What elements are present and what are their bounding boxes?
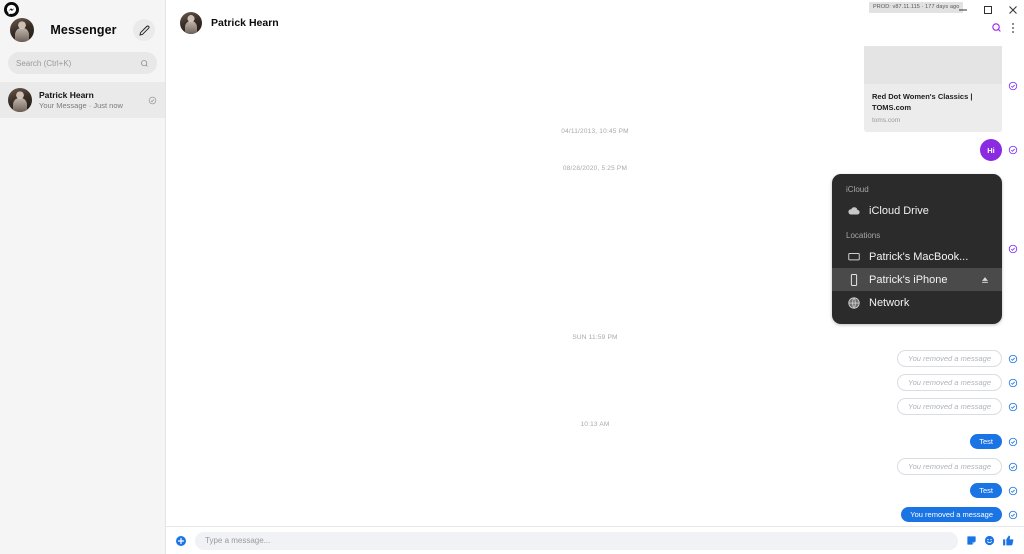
search-icon[interactable] bbox=[991, 22, 1002, 33]
link-preview-title: Red Dot Women's Classics | TOMS.com bbox=[872, 92, 973, 112]
thread-timestamp: 04/11/2013, 10:45 PM bbox=[561, 128, 629, 135]
message-bubble-removed[interactable]: You removed a message bbox=[897, 398, 1002, 415]
message-thread: Red Dot Women's Classics | TOMS.com toms… bbox=[166, 46, 1024, 526]
check-circle-icon bbox=[1008, 510, 1018, 520]
finder-item-iphone[interactable]: Patrick's iPhone bbox=[832, 268, 1002, 291]
check-circle-icon bbox=[1008, 378, 1018, 388]
search-input[interactable]: Search (Ctrl+K) bbox=[8, 52, 157, 74]
check-circle-icon bbox=[1008, 437, 1018, 447]
check-circle-icon bbox=[1008, 402, 1018, 412]
conversation-item-patrick-hearn[interactable]: Patrick Hearn Your Message · Just now bbox=[0, 82, 165, 118]
message-bubble-sent[interactable]: Test bbox=[970, 483, 1002, 498]
message-row: You removed a message bbox=[897, 398, 1018, 415]
laptop-icon bbox=[846, 250, 861, 264]
finder-section-icloud: iCloud bbox=[846, 185, 869, 194]
finder-item-label: Patrick's MacBook... bbox=[869, 250, 969, 263]
message-row: You removed a message bbox=[897, 350, 1018, 367]
check-circle-icon bbox=[1008, 244, 1018, 254]
message-row: You removed a message bbox=[897, 458, 1018, 475]
finder-item-label: Network bbox=[869, 296, 910, 309]
kebab-menu-icon[interactable] bbox=[1012, 22, 1014, 33]
new-message-button[interactable] bbox=[133, 19, 155, 41]
conversation-avatar bbox=[8, 88, 32, 112]
finder-item-label: Patrick's iPhone bbox=[869, 273, 948, 286]
chat-panel: Patrick Hearn Red Dot Women's Classics |… bbox=[166, 0, 1024, 554]
message-bubble-sent[interactable]: Test bbox=[970, 434, 1002, 449]
chat-contact-name: Patrick Hearn bbox=[211, 17, 279, 29]
user-avatar[interactable] bbox=[10, 18, 34, 42]
messenger-logo-icon bbox=[4, 2, 19, 17]
cloud-icon bbox=[846, 204, 861, 218]
message-input-placeholder: Type a message... bbox=[205, 536, 271, 545]
search-placeholder: Search (Ctrl+K) bbox=[16, 58, 72, 68]
message-bubble-hi[interactable]: Hi bbox=[980, 139, 1002, 161]
message-row: Test bbox=[970, 483, 1018, 498]
link-preview-card[interactable]: Red Dot Women's Classics | TOMS.com toms… bbox=[864, 46, 1002, 132]
finder-item-icloud-drive[interactable]: iCloud Drive bbox=[832, 199, 1002, 222]
finder-item-macbook[interactable]: Patrick's MacBook... bbox=[832, 245, 1002, 268]
composer-actions bbox=[966, 534, 1015, 547]
conversation-name: Patrick Hearn bbox=[39, 89, 94, 100]
message-bubble-removed[interactable]: You removed a message bbox=[897, 374, 1002, 391]
message-bubble-removed[interactable]: You removed a message bbox=[897, 458, 1002, 475]
sticker-icon[interactable] bbox=[966, 535, 977, 546]
iphone-icon bbox=[846, 273, 861, 287]
window-close-button[interactable] bbox=[998, 0, 1024, 20]
check-circle-icon bbox=[1008, 354, 1018, 364]
eject-icon[interactable] bbox=[980, 275, 990, 285]
check-circle-icon bbox=[1008, 145, 1018, 155]
sidebar-search-wrap: Search (Ctrl+K) bbox=[0, 50, 165, 74]
message-row: Test bbox=[970, 434, 1018, 449]
sidebar: Messenger Search (Ctrl+K) Patrick Hearn bbox=[0, 0, 166, 554]
message-bubble-removed-highlighted[interactable]: You removed a message bbox=[901, 507, 1002, 522]
globe-icon bbox=[846, 296, 861, 310]
messenger-window: PROD: v87.11.115 · 177 days ago Messenge… bbox=[0, 0, 1024, 554]
contact-avatar[interactable] bbox=[180, 12, 202, 34]
message-row-link-preview: Red Dot Women's Classics | TOMS.com toms… bbox=[864, 46, 1018, 132]
check-circle-icon bbox=[148, 96, 157, 105]
app-title: Messenger bbox=[50, 23, 117, 37]
thread-timestamp: 08/28/2020, 5:25 PM bbox=[562, 165, 628, 172]
message-input[interactable]: Type a message... bbox=[195, 531, 958, 550]
conversation-list: Patrick Hearn Your Message · Just now bbox=[0, 82, 165, 118]
search-icon bbox=[140, 59, 149, 68]
conversation-meta: Patrick Hearn Your Message · Just now bbox=[39, 90, 141, 111]
message-row-hi: Hi bbox=[980, 139, 1018, 161]
link-preview-thumbnail bbox=[864, 46, 1002, 84]
sidebar-header: Messenger bbox=[0, 10, 165, 50]
emoji-icon[interactable] bbox=[984, 535, 995, 546]
link-preview-body: Red Dot Women's Classics | TOMS.com toms… bbox=[864, 84, 1002, 132]
check-circle-icon bbox=[1008, 462, 1018, 472]
link-preview-domain: toms.com bbox=[872, 117, 901, 124]
thread-timestamp: SUN 11:59 PM bbox=[572, 334, 618, 341]
message-bubble-removed[interactable]: You removed a message bbox=[897, 350, 1002, 367]
message-row-finder-attachment: iCloud iCloud Drive Locations Patrick's … bbox=[832, 174, 1018, 324]
message-row: You removed a message bbox=[897, 374, 1018, 391]
thread-timestamp: 10:13 AM bbox=[580, 421, 610, 428]
check-circle-icon bbox=[1008, 81, 1018, 91]
conversation-preview: Your Message · Just now bbox=[39, 100, 123, 110]
message-row: You removed a message bbox=[901, 507, 1018, 522]
thumbs-up-icon[interactable] bbox=[1002, 534, 1015, 547]
finder-item-network[interactable]: Network bbox=[832, 291, 1002, 314]
message-composer: Type a message... bbox=[166, 526, 1024, 554]
add-attachment-button[interactable] bbox=[175, 535, 187, 547]
finder-item-label: iCloud Drive bbox=[869, 204, 929, 217]
finder-sidebar-attachment[interactable]: iCloud iCloud Drive Locations Patrick's … bbox=[832, 174, 1002, 324]
finder-section-locations: Locations bbox=[846, 231, 881, 240]
chat-header-actions bbox=[991, 22, 1014, 33]
check-circle-icon bbox=[1008, 486, 1018, 496]
